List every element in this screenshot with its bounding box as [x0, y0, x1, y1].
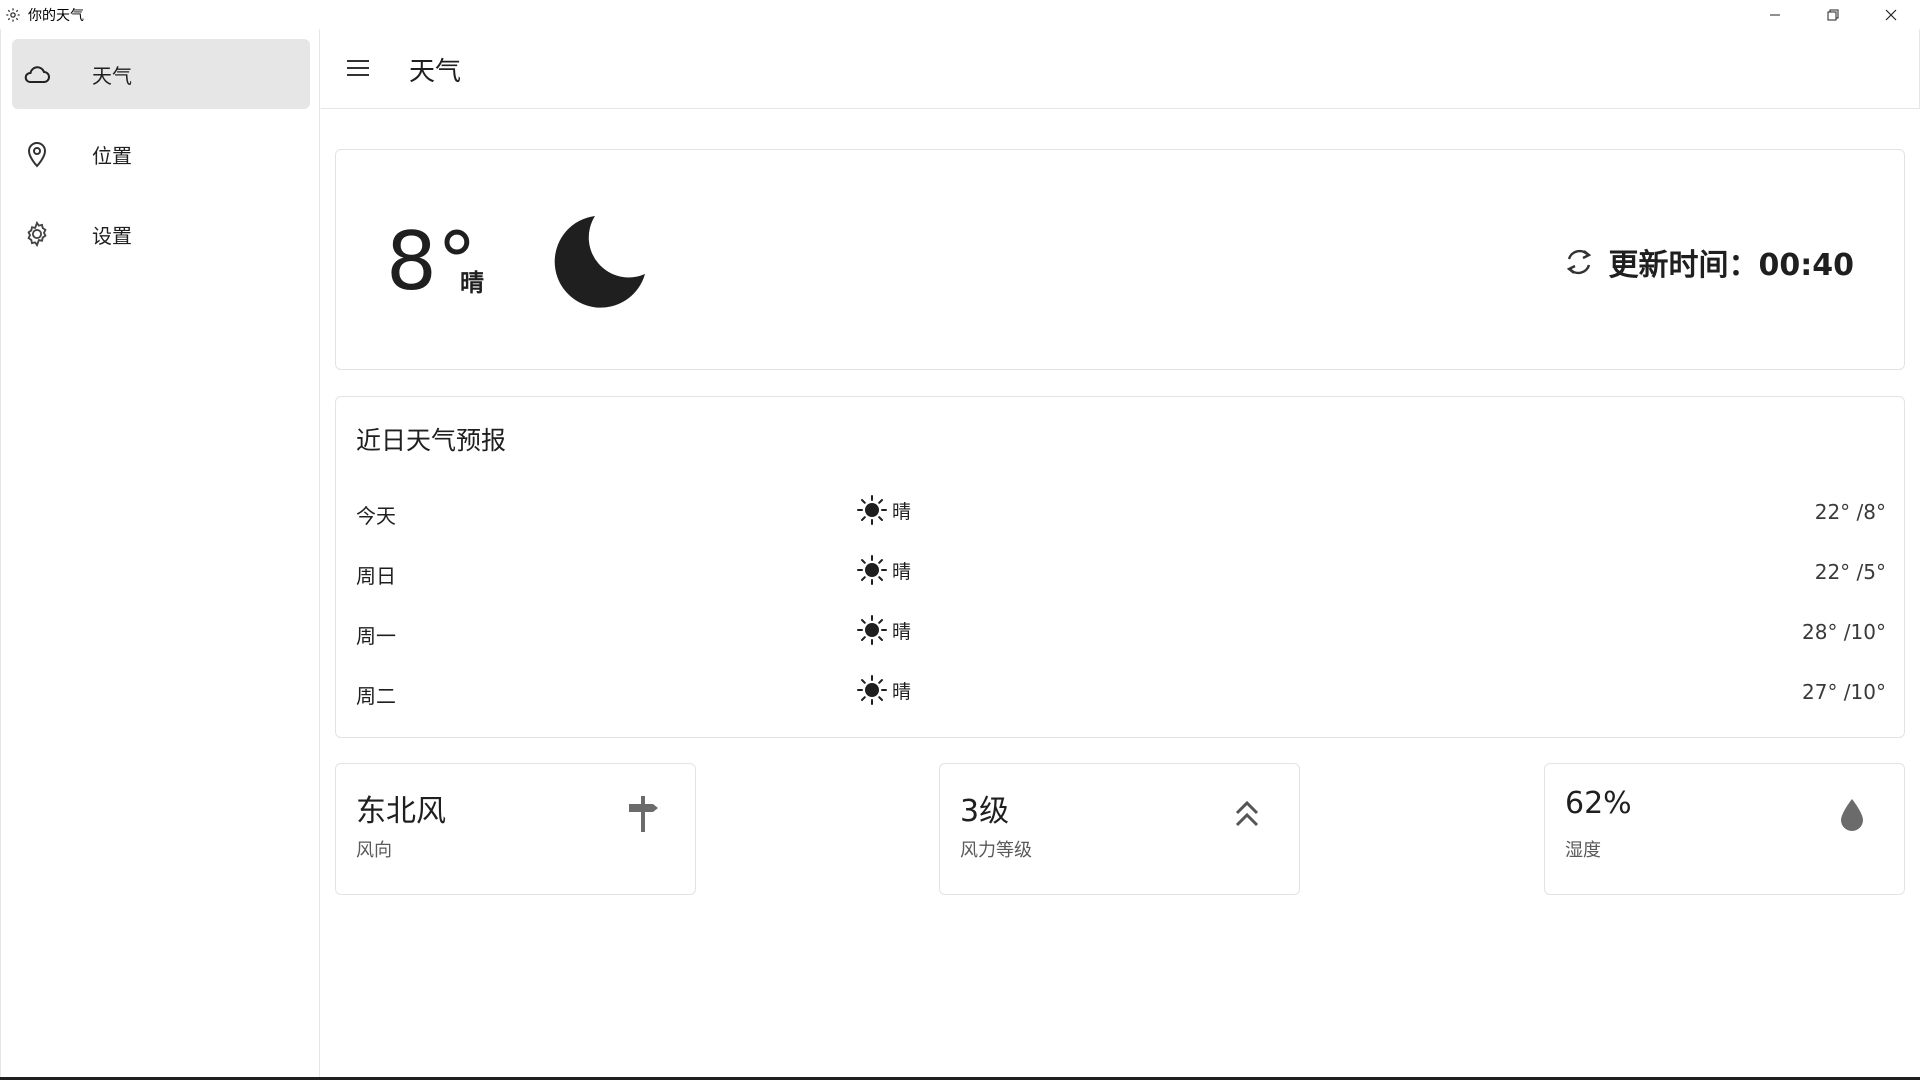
- page-header: 天气: [321, 29, 1920, 109]
- humidity-label: 湿度: [1565, 840, 1601, 861]
- location-pin-icon: [22, 139, 52, 169]
- sidebar-item-location[interactable]: 位置: [12, 119, 310, 189]
- sun-icon: [857, 675, 887, 705]
- sun-icon: [857, 555, 887, 585]
- humidity-value: 62%: [1565, 786, 1632, 821]
- page-title: 天气: [409, 57, 462, 87]
- forecast-title: 近日天气预报: [356, 426, 507, 455]
- gear-icon: [4, 6, 22, 24]
- title-bar: 你的天气: [0, 0, 1920, 29]
- forecast-row: 周二 晴 27° /10°: [356, 672, 1886, 712]
- sidebar-item-label: 设置: [92, 223, 132, 248]
- sidebar-item-settings[interactable]: 设置: [12, 199, 310, 269]
- close-icon: [1885, 9, 1897, 20]
- sidebar-item-weather[interactable]: 天气: [12, 39, 310, 109]
- minimize-button[interactable]: [1746, 0, 1804, 29]
- forecast-condition-text: 晴: [892, 500, 912, 523]
- gear-icon: [22, 219, 52, 249]
- forecast-card: 近日天气预报 今天 晴 22° /8° 周日 晴 22° /5° 周一 晴 28…: [335, 396, 1905, 738]
- wind-level-label: 风力等级: [960, 840, 1032, 861]
- forecast-temps: 28° /10°: [1802, 620, 1886, 644]
- sidebar: 天气 位置 设置: [0, 29, 320, 1080]
- window-title: 你的天气: [28, 7, 84, 24]
- forecast-day: 周一: [356, 624, 396, 648]
- forecast-row: 今天 晴 22° /8°: [356, 492, 1886, 532]
- forecast-condition: 晴: [856, 554, 911, 586]
- forecast-row: 周一 晴 28° /10°: [356, 612, 1886, 652]
- update-time: 更新时间：00:40: [1561, 240, 1855, 284]
- forecast-day: 周日: [356, 564, 396, 588]
- forecast-temps: 22° /5°: [1814, 560, 1886, 584]
- sidebar-item-label: 位置: [92, 143, 132, 168]
- forecast-condition: 晴: [856, 614, 911, 646]
- forecast-day: 周二: [356, 684, 396, 708]
- current-condition: 晴: [460, 269, 484, 297]
- forecast-day: 今天: [356, 504, 396, 528]
- wind-direction-label: 风向: [356, 840, 392, 861]
- wind-direction-card: 东北风 风向: [335, 763, 696, 895]
- humidity-card: 62% 湿度: [1544, 763, 1905, 895]
- forecast-condition: 晴: [856, 674, 911, 706]
- sun-icon: [857, 615, 887, 645]
- sidebar-item-label: 天气: [92, 63, 132, 88]
- wind-level-card: 3级 风力等级: [939, 763, 1300, 895]
- forecast-condition-text: 晴: [892, 680, 912, 703]
- signpost-icon: [621, 792, 665, 836]
- cloud-icon: [22, 59, 52, 89]
- update-time-text: 更新时间：00:40: [1608, 248, 1855, 283]
- wind-direction-value: 东北风: [356, 794, 446, 829]
- refresh-icon[interactable]: [1561, 244, 1597, 280]
- moon-icon: [554, 216, 645, 308]
- minimize-icon: [1770, 14, 1780, 15]
- double-chevron-up-icon: [1225, 792, 1269, 836]
- forecast-condition-text: 晴: [892, 560, 912, 583]
- restore-icon: [1827, 9, 1839, 20]
- hamburger-menu-icon: [347, 60, 369, 76]
- menu-button[interactable]: [341, 51, 375, 85]
- forecast-temps: 27° /10°: [1802, 680, 1886, 704]
- restore-button[interactable]: [1804, 0, 1862, 29]
- water-drop-icon: [1830, 792, 1874, 836]
- close-button[interactable]: [1862, 0, 1920, 29]
- forecast-condition-text: 晴: [892, 620, 912, 643]
- forecast-condition: 晴: [856, 494, 911, 526]
- forecast-row: 周日 晴 22° /5°: [356, 552, 1886, 592]
- forecast-temps: 22° /8°: [1814, 500, 1886, 524]
- current-weather-card: 8° 晴 更新时间：00:40: [335, 149, 1905, 370]
- window-controls: [1746, 0, 1920, 29]
- sun-icon: [857, 495, 887, 525]
- wind-level-value: 3级: [960, 794, 1010, 829]
